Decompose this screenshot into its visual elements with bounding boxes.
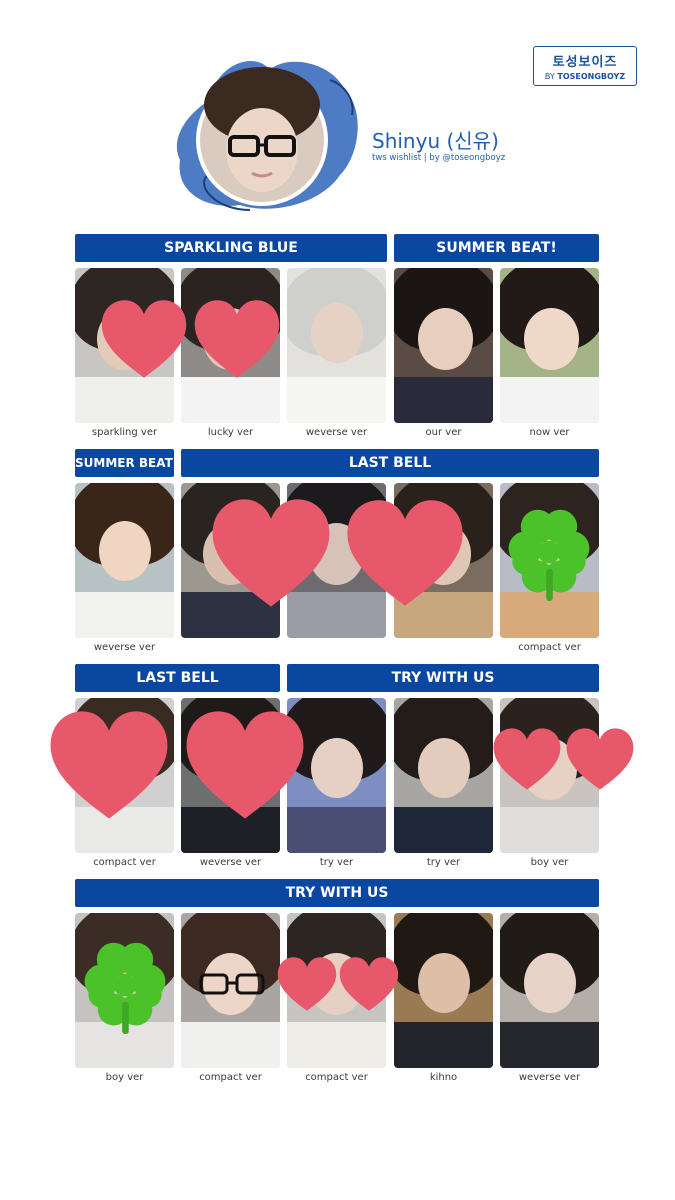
card-caption: sparkling ver [91, 427, 158, 438]
card-caption: weverse ver [199, 857, 262, 868]
heart-sticker-icon [566, 728, 634, 790]
banner-last-bell: LAST BELL [181, 449, 599, 477]
card-caption: compact ver [199, 1072, 262, 1083]
banner-try-with-us: TRY WITH US [75, 879, 599, 907]
card-caption: kihno [429, 1072, 458, 1083]
photocard [394, 913, 493, 1068]
heart-sticker-icon [186, 711, 304, 819]
heart-sticker-icon [493, 728, 561, 790]
profile-avatar-frame [170, 45, 370, 215]
photocard [181, 913, 280, 1068]
clover-sticker-icon [508, 509, 590, 601]
card-caption: lucky ver [207, 427, 254, 438]
heart-sticker-icon [347, 500, 463, 606]
photocard [287, 268, 386, 423]
photocard [394, 268, 493, 423]
clover-sticker-icon [84, 942, 166, 1034]
card-caption: try ver [319, 857, 354, 868]
card-caption: compact ver [518, 642, 581, 653]
card-caption: compact ver [305, 1072, 368, 1083]
banner-try-with-us: TRY WITH US [287, 664, 599, 692]
heart-sticker-icon [277, 957, 337, 1011]
heart-sticker-icon [101, 300, 187, 378]
heart-sticker-icon [212, 499, 330, 607]
heart-sticker-icon [194, 300, 280, 378]
photocard [394, 698, 493, 853]
banner-last-bell: LAST BELL [75, 664, 280, 692]
card-caption: boy ver [105, 1072, 144, 1083]
card-caption: boy ver [530, 857, 569, 868]
card-caption: try ver [426, 857, 461, 868]
heart-sticker-icon [50, 711, 168, 819]
banner-summer-beat: SUMMER BEAT! [394, 234, 599, 262]
profile-name: Shinyu (신유) [372, 129, 499, 153]
brand-logo-korean: 토성보이즈 [552, 55, 618, 70]
photocard [75, 483, 174, 638]
profile-subtitle: tws wishlist | by @toseongboyz [372, 153, 506, 163]
brand-logo-english: BY TOSEONGBOYZ [544, 72, 626, 81]
photocard [500, 913, 599, 1068]
card-caption: weverse ver [93, 642, 156, 653]
card-caption: now ver [529, 427, 570, 438]
card-caption: weverse ver [305, 427, 368, 438]
card-caption: our ver [425, 427, 462, 438]
brand-logo: 토성보이즈 BY TOSEONGBOYZ [533, 46, 637, 86]
card-caption: weverse ver [518, 1072, 581, 1083]
card-caption: compact ver [93, 857, 156, 868]
heart-sticker-icon [339, 957, 399, 1011]
banner-summer-beat: SUMMER BEAT! [75, 449, 174, 477]
blob-shape [176, 61, 358, 211]
photocard [500, 268, 599, 423]
banner-sparkling-blue: SPARKLING BLUE [75, 234, 387, 262]
